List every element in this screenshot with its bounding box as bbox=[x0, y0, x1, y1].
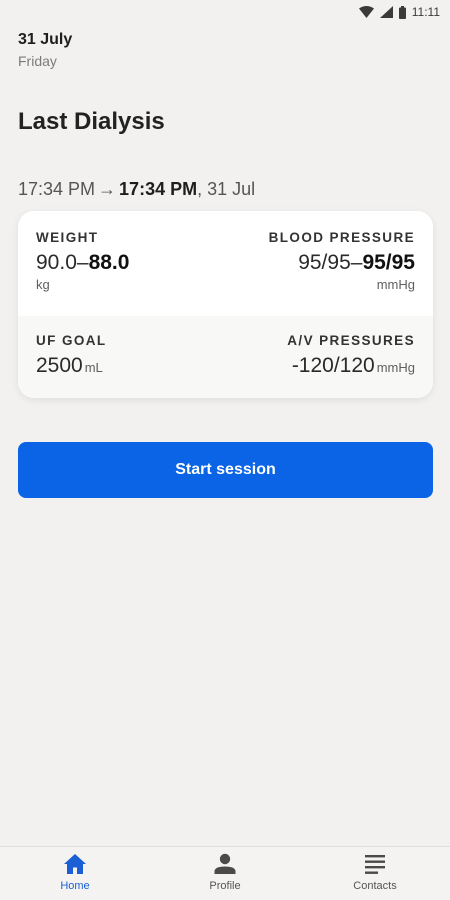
bp-post: 95/95 bbox=[362, 251, 415, 274]
uf-goal-unit: mL bbox=[84, 360, 103, 375]
signal-icon bbox=[379, 6, 393, 18]
person-icon bbox=[214, 853, 236, 874]
weight-value: 90.0–88.0 bbox=[36, 251, 129, 275]
wifi-icon bbox=[358, 6, 374, 18]
nav-label-profile: Profile bbox=[209, 880, 241, 892]
dialysis-summary-card: WEIGHT 90.0–88.0 kg BLOOD PRESSURE 95/95… bbox=[18, 211, 433, 398]
nav-label-contacts: Contacts bbox=[353, 880, 397, 892]
card-row-settings: UF GOAL 2500 mL A/V PRESSURES -120/120 mmH… bbox=[18, 316, 433, 398]
blood-pressure-unit: mmHg bbox=[376, 277, 415, 292]
blood-pressure-metric: BLOOD PRESSURE 95/95–95/95 mmHg bbox=[269, 230, 415, 316]
av-pressures-label: A/V PRESSURES bbox=[287, 333, 415, 348]
session-start-time: 17:34 PM bbox=[18, 179, 96, 199]
arrow-right-icon: → bbox=[98, 179, 117, 199]
home-screen: 11:11 31 July Friday Last Dialysis 17:34… bbox=[0, 0, 450, 900]
session-time-range: 17:34 PM → 17:34 PM, 31 Jul bbox=[18, 179, 255, 200]
date-title: 31 July bbox=[18, 31, 73, 48]
nav-item-profile[interactable]: Profile bbox=[150, 847, 300, 892]
av-pressures-metric: A/V PRESSURES -120/120 mmHg bbox=[287, 333, 415, 398]
start-session-button[interactable]: Start session bbox=[18, 442, 433, 498]
uf-goal-metric: UF GOAL 2500 mL bbox=[36, 333, 107, 398]
weight-label: WEIGHT bbox=[36, 230, 99, 245]
home-icon bbox=[64, 854, 86, 874]
weekday-label: Friday bbox=[18, 53, 57, 69]
weight-unit: kg bbox=[36, 277, 50, 292]
date-header: 31 July Friday bbox=[18, 31, 72, 69]
blood-pressure-value: 95/95–95/95 bbox=[298, 251, 415, 275]
bp-pre: 95/95– bbox=[298, 251, 363, 274]
av-pressures-value-row: -120/120 mmHg bbox=[292, 354, 415, 378]
blood-pressure-label: BLOOD PRESSURE bbox=[268, 230, 415, 245]
weight-metric: WEIGHT 90.0–88.0 kg bbox=[36, 230, 129, 316]
av-pressures-value: -120/120 bbox=[291, 354, 375, 377]
list-icon bbox=[365, 855, 385, 874]
uf-goal-value-row: 2500 mL bbox=[36, 354, 107, 378]
nav-item-contacts[interactable]: Contacts bbox=[300, 847, 450, 892]
session-end-date: , 31 Jul bbox=[197, 179, 256, 199]
weight-pre: 90.0– bbox=[36, 251, 89, 274]
uf-goal-value: 2500 bbox=[36, 354, 83, 377]
uf-goal-label: UF GOAL bbox=[36, 333, 107, 348]
nav-item-home[interactable]: Home bbox=[0, 847, 150, 892]
nav-label-home: Home bbox=[60, 880, 90, 892]
av-pressures-unit: mmHg bbox=[376, 360, 415, 375]
session-end-time: 17:34 PM bbox=[119, 179, 198, 199]
bottom-nav: Home Profile Contacts bbox=[0, 846, 450, 900]
page-title: Last Dialysis bbox=[18, 108, 165, 135]
status-time: 11:11 bbox=[411, 5, 440, 19]
battery-icon bbox=[398, 5, 406, 19]
status-bar: 11:11 bbox=[0, 0, 450, 24]
weight-post: 88.0 bbox=[88, 251, 130, 274]
card-row-vitals: WEIGHT 90.0–88.0 kg BLOOD PRESSURE 95/95… bbox=[18, 211, 433, 316]
